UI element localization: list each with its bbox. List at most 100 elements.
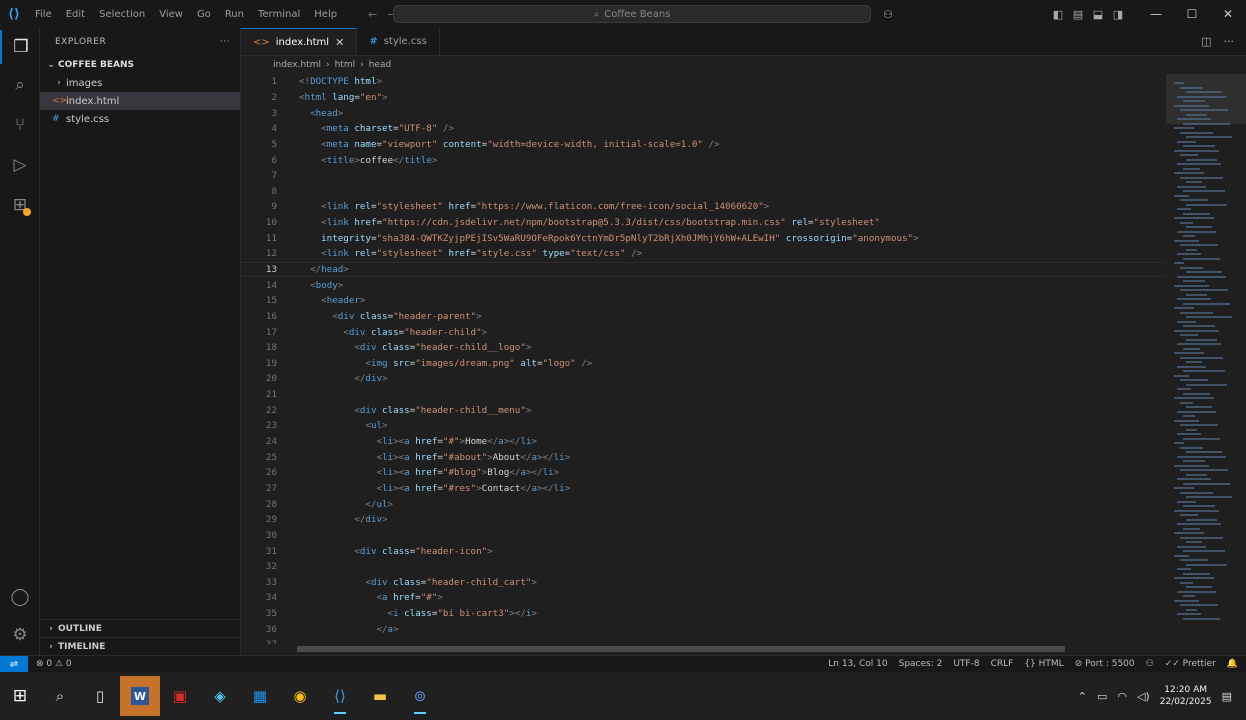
code-line[interactable]: 13 </head> <box>241 261 1166 278</box>
code-line[interactable]: 37 <box>241 637 1166 644</box>
wifi-icon[interactable]: ◠ <box>1117 690 1127 703</box>
code-editor[interactable]: 1 <!DOCTYPE html> 2 <html lang="en"> 3 <head… <box>241 74 1166 644</box>
breadcrumb-head[interactable]: head <box>369 60 391 70</box>
back-arrow-icon[interactable]: ← <box>368 8 387 21</box>
account-icon[interactable]: ◯ <box>0 580 40 614</box>
code-line[interactable]: 10 <link href="https://cdn.jsdelivr.net/… <box>241 215 1166 231</box>
run-debug-icon[interactable]: ▷ <box>0 148 40 182</box>
code-line[interactable]: 32 <box>241 559 1166 575</box>
indentation[interactable]: Spaces: 2 <box>899 659 943 669</box>
code-line[interactable]: 11 integrity="sha384-QWTKZyjpPEjISv5WaRU… <box>241 230 1166 246</box>
copilot-icon[interactable]: ⚇ <box>878 8 898 21</box>
code-line[interactable]: 16 <div class="header-parent"> <box>241 309 1166 325</box>
explorer-more-icon[interactable]: ··· <box>220 37 230 47</box>
clock[interactable]: 12:20 AM 22/02/2025 <box>1160 684 1212 708</box>
code-line[interactable]: 25 <li><a href="#about">About</a></li> <box>241 449 1166 465</box>
toggle-panel-icon[interactable]: ⬓ <box>1088 8 1108 21</box>
toggle-primary-sidebar-icon[interactable]: ◧ <box>1048 8 1068 21</box>
notification-center-icon[interactable]: ▤ <box>1222 690 1232 703</box>
file-explorer-icon[interactable]: ▬ <box>360 676 400 716</box>
tree-item-images[interactable]: › images <box>40 74 240 92</box>
word-app-icon[interactable]: W <box>120 676 160 716</box>
code-line[interactable]: 20 </div> <box>241 371 1166 387</box>
code-line[interactable]: 31 <div class="header-icon"> <box>241 543 1166 559</box>
code-line[interactable]: 17 <div class="header-child"> <box>241 324 1166 340</box>
manage-gear-icon[interactable]: ⚙ <box>0 618 40 652</box>
copilot-status-icon[interactable]: ⚇ <box>1146 659 1154 669</box>
code-line[interactable]: 35 <i class="bi bi-cart3"></i> <box>241 606 1166 622</box>
explorer-icon[interactable]: ❐ <box>0 30 40 64</box>
problems-indicator[interactable]: ⊗ 0 ⚠ 0 <box>36 659 72 669</box>
outline-section[interactable]: › OUTLINE <box>40 619 241 637</box>
split-editor-icon[interactable]: ◫ <box>1201 35 1211 48</box>
menu-go[interactable]: Go <box>190 9 218 20</box>
code-line[interactable]: 26 <li><a href="#blog">Blog</a></li> <box>241 465 1166 481</box>
chrome-browser-icon[interactable]: ◉ <box>280 676 320 716</box>
minimap[interactable] <box>1166 74 1246 644</box>
more-actions-icon[interactable]: ··· <box>1224 35 1235 48</box>
vscode-taskbar-icon[interactable]: ⟨⟩ <box>320 676 360 716</box>
code-line[interactable]: 18 <div class="header-child__logo"> <box>241 340 1166 356</box>
menu-file[interactable]: File <box>28 9 59 20</box>
code-line[interactable]: 14 <body> <box>241 277 1166 293</box>
screen-recorder-icon[interactable]: ⊚ <box>400 676 440 716</box>
menu-selection[interactable]: Selection <box>92 9 152 20</box>
close-tab-icon[interactable]: ✕ <box>335 36 344 49</box>
tab-index-html[interactable]: <> index.html ✕ <box>241 28 358 55</box>
remote-indicator-icon[interactable]: ⇌ <box>0 656 28 672</box>
edge-browser-icon[interactable]: ◈ <box>200 676 240 716</box>
code-line[interactable]: 9 <link rel="stylesheet" href="https://w… <box>241 199 1166 215</box>
code-line[interactable]: 19 <img src="images/dream.png" alt="logo… <box>241 356 1166 372</box>
encoding[interactable]: UTF-8 <box>953 659 979 669</box>
horizontal-scrollbar[interactable] <box>297 646 1065 652</box>
tree-item-index-html[interactable]: <> index.html <box>40 92 240 110</box>
code-line[interactable]: 21 <box>241 387 1166 403</box>
code-line[interactable]: 29 </div> <box>241 512 1166 528</box>
code-line[interactable]: 30 <box>241 528 1166 544</box>
code-line[interactable]: 15 <header> <box>241 293 1166 309</box>
task-view-icon[interactable]: ▯ <box>80 676 120 716</box>
menu-view[interactable]: View <box>152 9 190 20</box>
code-line[interactable]: 1 <!DOCTYPE html> <box>241 74 1166 90</box>
command-center-search[interactable]: ⌕ Coffee Beans <box>393 5 871 23</box>
maximize-button[interactable]: ☐ <box>1174 7 1210 21</box>
menu-edit[interactable]: Edit <box>59 9 92 20</box>
minimize-button[interactable]: — <box>1138 7 1174 21</box>
taskbar-search-icon[interactable]: ⌕ <box>40 676 80 716</box>
code-line[interactable]: 36 </a> <box>241 621 1166 637</box>
code-line[interactable]: 33 <div class="header-child_cart"> <box>241 575 1166 591</box>
language-mode[interactable]: {} HTML <box>1024 659 1063 669</box>
code-line[interactable]: 23 <ul> <box>241 418 1166 434</box>
tray-chevron-up-icon[interactable]: ⌃ <box>1078 690 1087 703</box>
end-of-line[interactable]: CRLF <box>991 659 1014 669</box>
code-line[interactable]: 8 <box>241 183 1166 199</box>
code-line[interactable]: 7 <box>241 168 1166 184</box>
workspace-folder[interactable]: ⌄ COFFEE BEANS <box>40 56 240 74</box>
code-line[interactable]: 5 <meta name="viewport" content="width=d… <box>241 137 1166 153</box>
close-window-button[interactable]: ✕ <box>1210 7 1246 21</box>
code-line[interactable]: 27 <li><a href="#res">Contact</a></li> <box>241 481 1166 497</box>
menu-run[interactable]: Run <box>218 9 251 20</box>
menu-terminal[interactable]: Terminal <box>251 9 307 20</box>
code-line[interactable]: 4 <meta charset="UTF-8" /> <box>241 121 1166 137</box>
tree-item-style-css[interactable]: # style.css <box>40 110 240 128</box>
breadcrumb-file[interactable]: index.html <box>273 60 321 70</box>
code-line[interactable]: 22 <div class="header-child__menu"> <box>241 402 1166 418</box>
code-line[interactable]: 12 <link rel="stylesheet" href="style.cs… <box>241 246 1166 262</box>
windows-start-icon[interactable]: ⊞ <box>0 676 40 716</box>
live-server-port[interactable]: ⊘ Port : 5500 <box>1075 659 1135 669</box>
code-line[interactable]: 24 <li><a href="#">Home</a></li> <box>241 434 1166 450</box>
toggle-sidebar-icon[interactable]: ▤ <box>1068 8 1088 21</box>
code-line[interactable]: 34 <a href="#"> <box>241 590 1166 606</box>
prettier-status[interactable]: ✓✓ Prettier <box>1165 659 1216 669</box>
volume-icon[interactable]: ◁) <box>1137 690 1150 703</box>
timeline-section[interactable]: › TIMELINE <box>40 637 241 655</box>
cursor-position[interactable]: Ln 13, Col 10 <box>828 659 887 669</box>
pdf-app-icon[interactable]: ▣ <box>160 676 200 716</box>
code-line[interactable]: 6 <title>coffee</title> <box>241 152 1166 168</box>
network-icon[interactable]: ▭ <box>1097 690 1107 703</box>
calculator-app-icon[interactable]: ▦ <box>240 676 280 716</box>
code-line[interactable]: 2 <html lang="en"> <box>241 90 1166 106</box>
tab-style-css[interactable]: # style.css <box>357 28 440 55</box>
menu-help[interactable]: Help <box>307 9 344 20</box>
